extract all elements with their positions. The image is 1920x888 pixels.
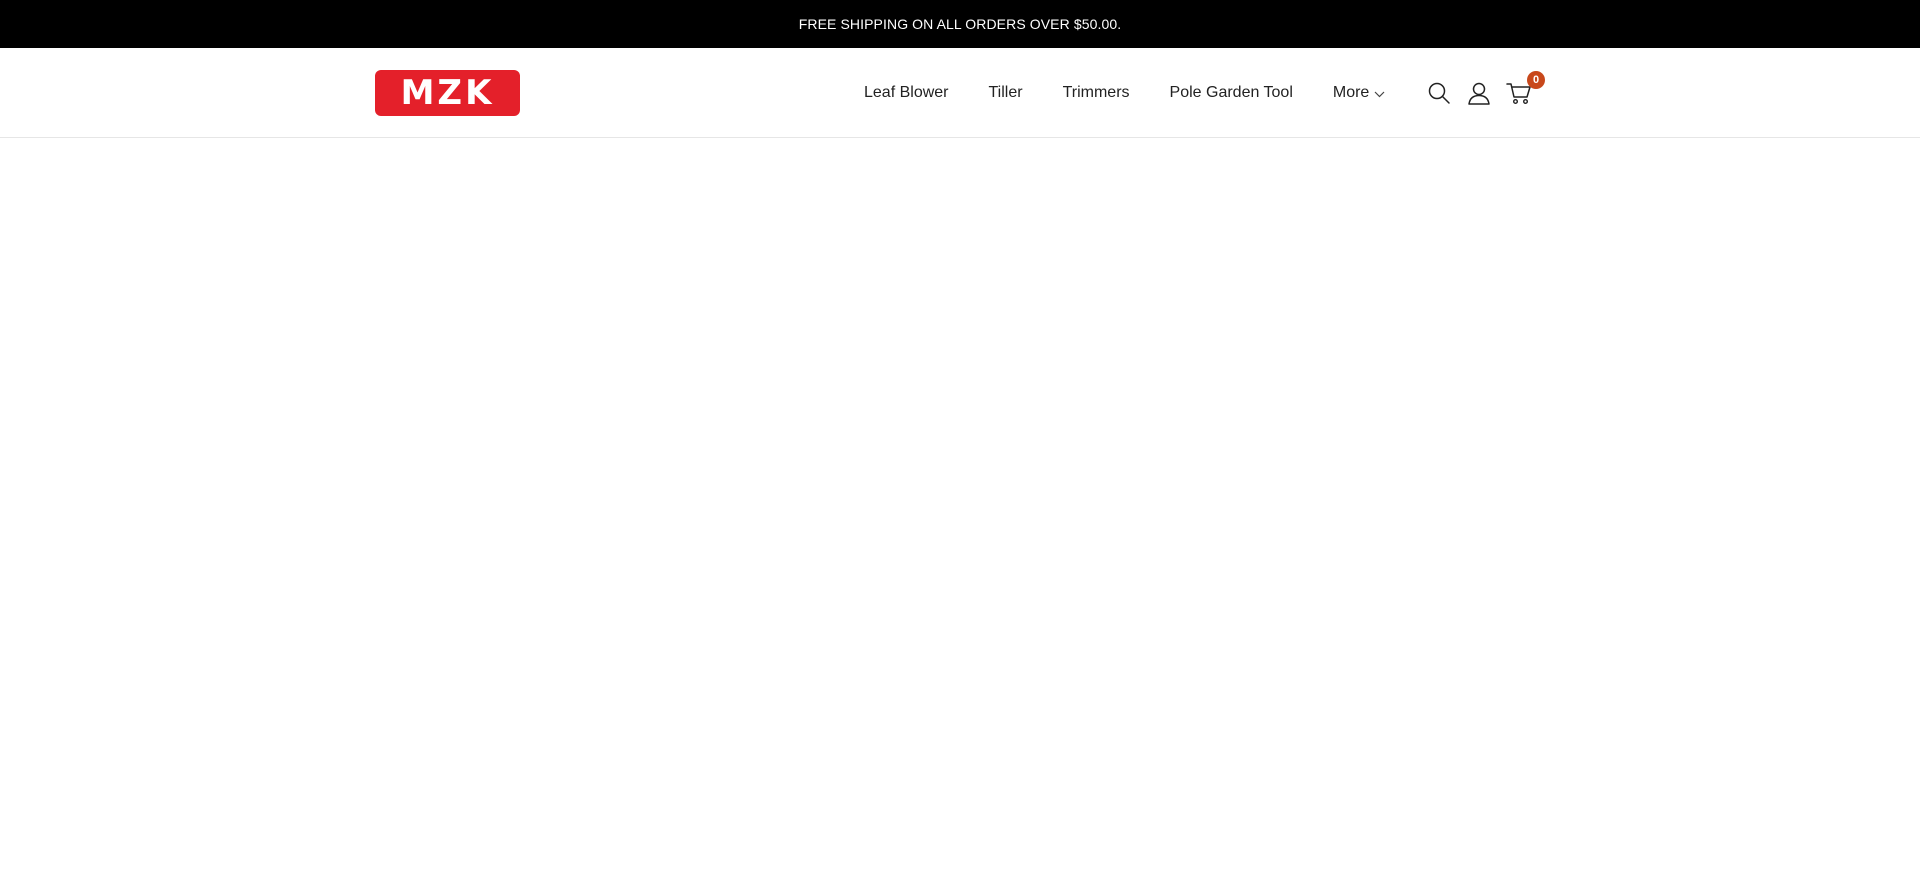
nav-item-leaf-blower[interactable]: Leaf Blower [864, 84, 949, 102]
account-button[interactable] [1465, 79, 1493, 107]
search-button[interactable] [1425, 79, 1453, 107]
cart-count-badge: 0 [1527, 71, 1545, 89]
announcement-bar: FREE SHIPPING ON ALL ORDERS OVER $50.00. [0, 0, 1920, 48]
nav-item-label: Tiller [988, 84, 1023, 101]
site-header: MZK Leaf Blower Tiller Trimmers Pole Gar… [0, 48, 1920, 138]
user-icon [1467, 81, 1491, 105]
search-icon [1427, 81, 1451, 105]
announcement-text: FREE SHIPPING ON ALL ORDERS OVER $50.00. [798, 16, 1122, 32]
chevron-down-icon [1374, 91, 1385, 98]
nav-item-label: More [1332, 84, 1370, 101]
nav-item-more[interactable]: More [1333, 84, 1385, 102]
nav-item-label: Pole Garden Tool [1169, 84, 1293, 101]
logo[interactable]: MZK [375, 70, 520, 116]
nav-item-label: Trimmers [1062, 84, 1130, 101]
logo-text: MZK [400, 73, 495, 113]
main-content [0, 138, 1920, 888]
nav-item-trimmers[interactable]: Trimmers [1063, 84, 1130, 102]
nav-item-tiller[interactable]: Tiller [989, 84, 1023, 102]
header-icons: 0 [1425, 48, 1545, 138]
main-nav: Leaf Blower Tiller Trimmers Pole Garden … [864, 48, 1385, 138]
nav-item-label: Leaf Blower [864, 84, 949, 101]
cart-button[interactable]: 0 [1505, 71, 1545, 107]
nav-item-pole-garden-tool[interactable]: Pole Garden Tool [1170, 84, 1293, 102]
